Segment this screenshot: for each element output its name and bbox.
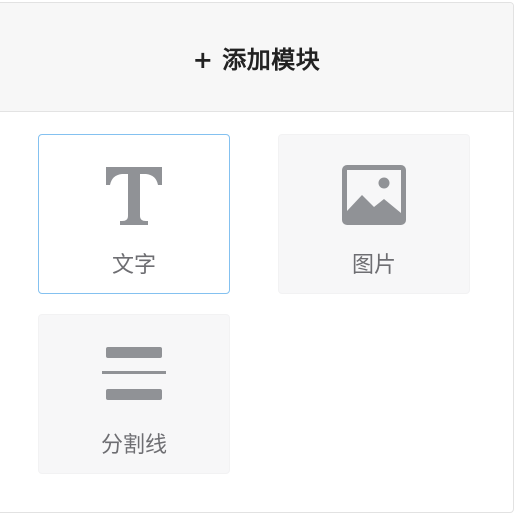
text-icon: [106, 167, 162, 225]
module-label-divider: 分割线: [100, 433, 167, 458]
add-module-panel: + 添加模块 文字 图片 分割线: [0, 2, 514, 513]
module-card-text[interactable]: 文字: [38, 134, 230, 294]
module-label-text: 文字: [111, 253, 156, 278]
module-card-divider[interactable]: 分割线: [38, 314, 230, 474]
module-card-image[interactable]: 图片: [278, 134, 470, 294]
image-icon: [342, 165, 406, 225]
panel-header: + 添加模块: [0, 3, 513, 112]
module-label-image: 图片: [351, 253, 396, 278]
panel-title: + 添加模块: [192, 45, 321, 74]
divider-icon: [102, 347, 166, 400]
